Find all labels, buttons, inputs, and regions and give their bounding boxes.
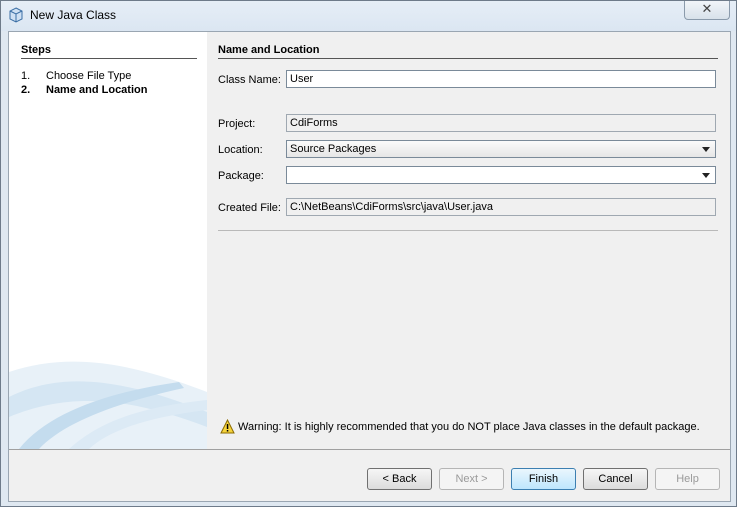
created-file-field: C:\NetBeans\CdiForms\src\java\User.java <box>286 198 716 216</box>
java-class-icon <box>9 7 23 23</box>
steps-title: Steps <box>21 44 51 56</box>
warning-icon <box>220 418 235 434</box>
back-button[interactable]: < Back <box>367 468 432 490</box>
dialog-client: Steps 1. Choose File Type 2. Name and Loca… <box>8 31 731 502</box>
window-title: New Java Class <box>30 8 117 22</box>
project-field: CdiForms <box>286 114 716 132</box>
step-number: 1. <box>21 70 31 82</box>
chevron-down-icon[interactable] <box>702 147 710 152</box>
steps-divider <box>21 58 197 59</box>
class-name-label: Class Name: <box>218 74 281 86</box>
step-number: 2. <box>21 84 31 96</box>
finish-button[interactable]: Finish <box>511 468 576 490</box>
chevron-down-icon[interactable] <box>702 173 710 178</box>
section-divider <box>218 58 718 59</box>
dialog-window: New Java Class ✕ Steps 1. Choose File Typ… <box>0 0 737 507</box>
class-name-input[interactable]: User <box>286 70 716 88</box>
step-label: Name and Location <box>46 84 148 96</box>
section-title: Name and Location <box>218 44 320 56</box>
created-file-label: Created File: <box>218 202 281 214</box>
location-label: Location: <box>218 144 263 156</box>
step-label: Choose File Type <box>46 70 132 82</box>
package-label: Package: <box>218 170 264 182</box>
wizard-swoosh-graphic <box>9 361 207 449</box>
close-button[interactable]: ✕ <box>684 1 730 20</box>
form-divider <box>218 230 718 231</box>
warning-message: Warning: It is highly recommended that y… <box>220 418 700 434</box>
close-icon: ✕ <box>701 2 713 17</box>
cancel-button[interactable]: Cancel <box>583 468 648 490</box>
project-label: Project: <box>218 118 256 130</box>
location-select[interactable]: Source Packages <box>286 140 716 158</box>
step-choose-file-type: 1. Choose File Type <box>21 70 131 82</box>
step-name-and-location: 2. Name and Location <box>21 84 147 96</box>
title-bar[interactable]: New Java Class ✕ <box>1 1 736 31</box>
steps-panel: Steps 1. Choose File Type 2. Name and Loca… <box>9 32 207 449</box>
content-panel: Name and Location Class Name: User Proje… <box>208 32 730 449</box>
help-button[interactable]: Help <box>655 468 720 490</box>
package-select[interactable] <box>286 166 716 184</box>
next-button[interactable]: Next > <box>439 468 504 490</box>
button-bar-divider <box>9 449 730 450</box>
warning-text: Warning: It is highly recommended that y… <box>238 421 700 433</box>
location-value: Source Packages <box>290 143 377 155</box>
